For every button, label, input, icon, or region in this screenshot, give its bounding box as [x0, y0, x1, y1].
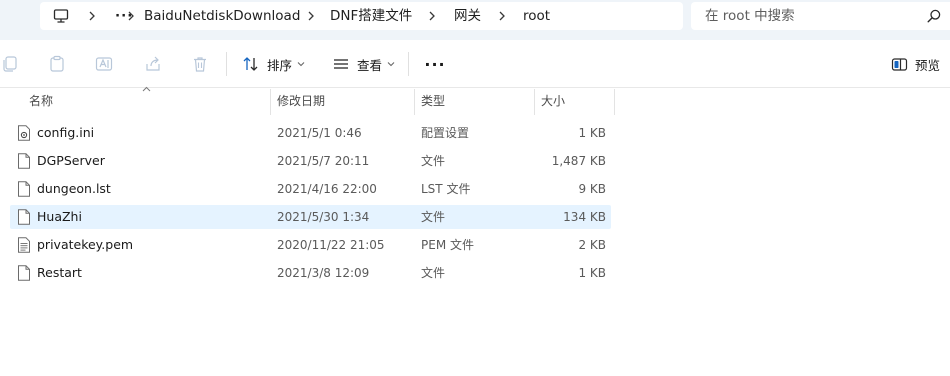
column-separator[interactable]	[614, 89, 615, 115]
file-icon	[18, 209, 30, 225]
file-name: config.ini	[37, 125, 95, 140]
sort-label: 排序	[267, 57, 293, 73]
chevron-right-icon[interactable]	[86, 2, 98, 30]
preview-label: 预览	[915, 57, 941, 73]
file-date: 2021/4/16 22:00	[277, 182, 377, 196]
copy-icon[interactable]	[0, 54, 20, 74]
file-row[interactable]: config.ini 2021/5/1 0:46 配置设置 1 KB	[10, 121, 611, 145]
text-file-icon	[18, 237, 30, 253]
file-row[interactable]: dungeon.lst 2021/4/16 22:00 LST 文件 9 KB	[10, 177, 611, 201]
toolbar-divider	[408, 52, 409, 76]
settings-file-icon	[18, 125, 30, 141]
address-bar-region: ··· BaiduNetdiskDownload DNF搭建文件 网关 root…	[0, 0, 950, 40]
column-separator[interactable]	[534, 89, 535, 115]
column-separator[interactable]	[414, 89, 415, 115]
sort-icon	[243, 57, 258, 71]
toolbar-divider	[226, 52, 227, 76]
file-name: HuaZhi	[37, 209, 82, 224]
file-name: DGPServer	[37, 153, 105, 168]
file-type: 文件	[421, 154, 446, 168]
file-date: 2021/3/8 12:09	[277, 266, 370, 280]
breadcrumb-item-root[interactable]: root	[523, 2, 550, 30]
view-button[interactable]: 查看	[332, 52, 395, 76]
file-size: 1 KB	[578, 126, 606, 140]
view-label: 查看	[357, 57, 383, 73]
rename-icon[interactable]	[94, 54, 114, 74]
breadcrumb[interactable]: ··· BaiduNetdiskDownload DNF搭建文件 网关 root	[40, 2, 683, 30]
file-date: 2021/5/30 1:34	[277, 210, 370, 224]
file-row[interactable]: Restart 2021/3/8 12:09 文件 1 KB	[10, 261, 611, 285]
preview-pane-icon	[891, 57, 908, 71]
breadcrumb-item-dnf[interactable]: DNF搭建文件	[330, 2, 412, 30]
delete-icon[interactable]	[190, 54, 210, 74]
more-options-button[interactable]: ···	[424, 55, 446, 74]
search-icon[interactable]	[927, 9, 941, 23]
search-box[interactable]: 在 root 中搜索	[691, 2, 950, 30]
file-name: privatekey.pem	[37, 237, 134, 252]
breadcrumb-item-baidunetdiskdownload[interactable]: BaiduNetdiskDownload	[144, 2, 300, 30]
file-name: Restart	[37, 265, 82, 280]
chevron-right-icon[interactable]	[125, 2, 137, 30]
chevron-right-icon[interactable]	[305, 2, 317, 30]
file-icon	[18, 265, 30, 281]
file-type: 文件	[421, 266, 446, 280]
chevron-right-icon[interactable]	[496, 2, 508, 30]
file-size: 1,487 KB	[551, 154, 606, 168]
chevron-down-icon	[387, 62, 395, 67]
column-separator[interactable]	[270, 89, 271, 115]
chevron-right-icon[interactable]	[426, 2, 438, 30]
file-date: 2021/5/7 20:11	[277, 154, 370, 168]
file-name: dungeon.lst	[37, 181, 111, 196]
share-icon[interactable]	[143, 54, 163, 74]
search-input[interactable]: 在 root 中搜索	[705, 2, 795, 30]
file-size: 134 KB	[563, 210, 606, 224]
this-pc-icon[interactable]	[53, 8, 69, 24]
paste-icon[interactable]	[47, 54, 67, 74]
column-header-row: 名称 修改日期 类型 大小	[0, 89, 615, 115]
preview-pane-button[interactable]: 预览	[891, 52, 940, 76]
file-size: 2 KB	[578, 238, 606, 252]
file-row[interactable]: privatekey.pem 2020/11/22 21:05 PEM 文件 2…	[10, 233, 611, 257]
breadcrumb-item-gateway[interactable]: 网关	[454, 2, 481, 30]
file-type: 配置设置	[421, 126, 470, 140]
command-bar: 排序 查看 ··· 预览	[0, 40, 950, 88]
file-icon	[18, 181, 30, 197]
sort-button[interactable]: 排序	[242, 52, 305, 76]
file-type: 文件	[421, 210, 446, 224]
file-date: 2021/5/1 0:46	[277, 126, 362, 140]
column-header-name[interactable]: 名称	[29, 89, 53, 115]
file-date: 2020/11/22 21:05	[277, 238, 385, 252]
file-row-selected[interactable]: HuaZhi 2021/5/30 1:34 文件 134 KB	[10, 205, 611, 229]
file-icon	[18, 153, 30, 169]
file-size: 1 KB	[578, 266, 606, 280]
view-list-icon	[334, 59, 348, 69]
file-type: LST 文件	[421, 182, 471, 196]
column-header-type[interactable]: 类型	[421, 89, 445, 115]
file-type: PEM 文件	[421, 238, 474, 252]
file-row[interactable]: DGPServer 2021/5/7 20:11 文件 1,487 KB	[10, 149, 611, 173]
column-header-date[interactable]: 修改日期	[277, 89, 325, 115]
column-header-size[interactable]: 大小	[541, 89, 565, 115]
chevron-down-icon	[297, 62, 305, 67]
file-size: 9 KB	[578, 182, 606, 196]
